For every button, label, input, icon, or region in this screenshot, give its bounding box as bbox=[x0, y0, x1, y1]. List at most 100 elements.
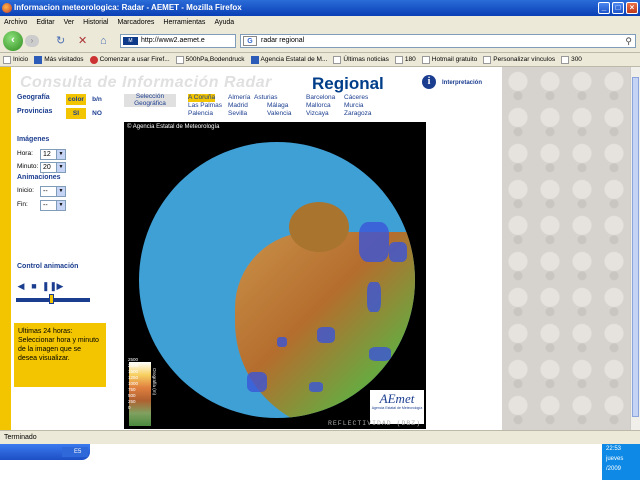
city-vizcaya[interactable]: Vizcaya bbox=[306, 110, 329, 118]
bookmark-ultimas-noticias[interactable]: Últimas noticias bbox=[333, 53, 389, 66]
fin-select[interactable]: -- ▼ bbox=[40, 200, 66, 211]
rewind-icon[interactable]: ◀ bbox=[16, 281, 26, 291]
reflectividad-label: REFLECTIVIDAD (DBZ) bbox=[328, 420, 422, 427]
bookmark-inicio[interactable]: Inicio bbox=[3, 53, 28, 66]
menu-historial[interactable]: Historial bbox=[83, 16, 108, 29]
bookmark-comenzar[interactable]: Comenzar a usar Firef... bbox=[89, 53, 170, 66]
search-field[interactable]: G radar regional ⚲ bbox=[240, 34, 636, 48]
firefox-icon bbox=[2, 3, 12, 13]
bn-button[interactable]: b/n bbox=[88, 94, 106, 105]
home-icon[interactable]: ⌂ bbox=[100, 34, 107, 48]
stop-icon[interactable]: ✕ bbox=[78, 34, 87, 48]
hora-select[interactable]: 12 ▼ bbox=[40, 149, 66, 160]
radar-image: © Agencia Estatal de Meteorología 2500 20… bbox=[124, 122, 426, 429]
stop-square-icon[interactable]: ■ bbox=[29, 281, 39, 291]
legend-label: Orografía (m) bbox=[152, 368, 157, 396]
help-box: Ultimas 24 horas: Seleccionar hora y min… bbox=[14, 323, 106, 387]
menu-ayuda[interactable]: Ayuda bbox=[214, 16, 234, 29]
slider-knob[interactable] bbox=[49, 294, 54, 304]
window-titlebar: Informacion meteorologica: Radar - AEMET… bbox=[0, 0, 640, 16]
bookmark-500hpa[interactable]: 500hPa,Bodendruck bbox=[175, 53, 245, 66]
play-icon[interactable]: ▶ bbox=[55, 281, 65, 291]
bookmarks-toolbar: Inicio Más visitados Comenzar a usar Fir… bbox=[0, 53, 640, 67]
animation-controls: ◀ ■ ❚❚ ▶ bbox=[16, 281, 65, 291]
radar-disc bbox=[139, 142, 415, 418]
info-icon[interactable]: i bbox=[422, 75, 436, 89]
city-asturias[interactable]: Asturias bbox=[254, 94, 277, 102]
close-button[interactable]: × bbox=[626, 2, 638, 14]
status-text: Terminado bbox=[4, 434, 37, 441]
back-button[interactable]: ‹ bbox=[3, 31, 23, 51]
page-icon bbox=[394, 55, 403, 64]
page-icon bbox=[483, 55, 492, 64]
bookmark-300[interactable]: 300 bbox=[561, 53, 582, 66]
city-valencia[interactable]: Valencia bbox=[267, 110, 291, 118]
page-icon bbox=[421, 55, 430, 64]
geografia-label: Geografía bbox=[17, 94, 50, 101]
city-almeria[interactable]: Almería bbox=[228, 94, 250, 102]
animaciones-label: Animaciones bbox=[17, 174, 61, 181]
si-button[interactable]: SI bbox=[66, 108, 86, 119]
city-barcelona[interactable]: Barcelona bbox=[306, 94, 335, 102]
legend-values: 2500 2000 1500 1250 1000 750 500 250 0 bbox=[128, 357, 139, 410]
tray-day: jueves bbox=[606, 456, 624, 462]
help-text: Ultimas 24 horas: Seleccionar hora y min… bbox=[18, 328, 99, 362]
city-zaragoza[interactable]: Zaragoza bbox=[344, 110, 371, 118]
search-icon[interactable]: ⚲ bbox=[625, 35, 632, 47]
vertical-scrollbar[interactable] bbox=[630, 67, 640, 430]
system-tray: 22:53 jueves /2009 bbox=[602, 444, 640, 480]
precipitation-echo bbox=[309, 382, 323, 392]
land-area bbox=[289, 202, 349, 252]
page-content: Consulta de Información Radar Regional i… bbox=[0, 67, 640, 430]
maximize-button[interactable]: □ bbox=[612, 2, 624, 14]
menu-editar[interactable]: Editar bbox=[36, 16, 54, 29]
precipitation-echo bbox=[389, 242, 407, 262]
bookmark-hotmail[interactable]: Hotmail gratuito bbox=[421, 53, 477, 66]
inicio-label: Inicio: bbox=[17, 187, 34, 194]
tray-time: 22:53 bbox=[606, 446, 622, 452]
url-text: http://www2.aemet.e bbox=[141, 37, 205, 44]
city-caceres[interactable]: Cáceres bbox=[344, 94, 368, 102]
city-palencia[interactable]: Palencia bbox=[188, 110, 213, 118]
precipitation-echo bbox=[317, 327, 335, 343]
yellow-strip bbox=[0, 67, 11, 430]
bookmark-mas-visitados[interactable]: Más visitados bbox=[34, 53, 84, 66]
taskbar-item-e5[interactable]: E5 bbox=[62, 447, 88, 457]
background-pattern bbox=[502, 67, 630, 430]
city-a-coruna[interactable]: A Coruña bbox=[188, 94, 216, 102]
url-field[interactable]: M http://www2.aemet.e bbox=[120, 34, 236, 48]
animation-slider[interactable] bbox=[16, 294, 90, 304]
menu-ver[interactable]: Ver bbox=[64, 16, 75, 29]
inicio-select[interactable]: -- ▼ bbox=[40, 186, 66, 197]
precipitation-echo bbox=[247, 372, 267, 392]
minimize-button[interactable]: _ bbox=[598, 2, 610, 14]
interpretacion-link[interactable]: Interpretación bbox=[442, 80, 482, 86]
city-madrid[interactable]: Madrid bbox=[228, 102, 248, 110]
imagenes-label: Imágenes bbox=[17, 136, 50, 143]
forward-button[interactable]: › bbox=[25, 35, 39, 47]
chevron-down-icon: ▼ bbox=[56, 201, 65, 210]
no-button[interactable]: NO bbox=[88, 108, 106, 119]
city-malaga[interactable]: Málaga bbox=[267, 102, 288, 110]
minuto-select[interactable]: 20 ▼ bbox=[40, 162, 66, 173]
city-mallorca[interactable]: Mallorca bbox=[306, 102, 331, 110]
bookmark-aemet[interactable]: Agencia Estatal de M... bbox=[250, 53, 327, 66]
minuto-label: Minuto: bbox=[17, 163, 39, 170]
provincias-label: Provincias bbox=[17, 108, 53, 115]
city-murcia[interactable]: Murcia bbox=[344, 102, 364, 110]
bookmark-180[interactable]: 180 bbox=[394, 53, 416, 66]
seleccion-geografica-button[interactable]: Selección Geográfica bbox=[124, 93, 176, 107]
city-sevilla[interactable]: Sevilla bbox=[228, 110, 247, 118]
menu-marcadores[interactable]: Marcadores bbox=[117, 16, 154, 29]
taskbar-area bbox=[0, 444, 640, 480]
reload-icon[interactable]: ↻ bbox=[56, 34, 65, 48]
google-icon[interactable]: G bbox=[243, 36, 257, 46]
bookmark-personalizar[interactable]: Personalizar vínculos bbox=[483, 53, 555, 66]
scrollbar-thumb[interactable] bbox=[632, 77, 639, 417]
menu-archivo[interactable]: Archivo bbox=[4, 16, 27, 29]
pause-icon[interactable]: ❚❚ bbox=[42, 281, 57, 291]
navigation-toolbar: ‹ › ↻ ✕ ⌂ M http://www2.aemet.e G radar … bbox=[0, 29, 640, 53]
color-button[interactable]: color bbox=[66, 94, 86, 105]
city-las-palmas[interactable]: Las Palmas bbox=[188, 102, 222, 110]
menu-herramientas[interactable]: Herramientas bbox=[163, 16, 205, 29]
